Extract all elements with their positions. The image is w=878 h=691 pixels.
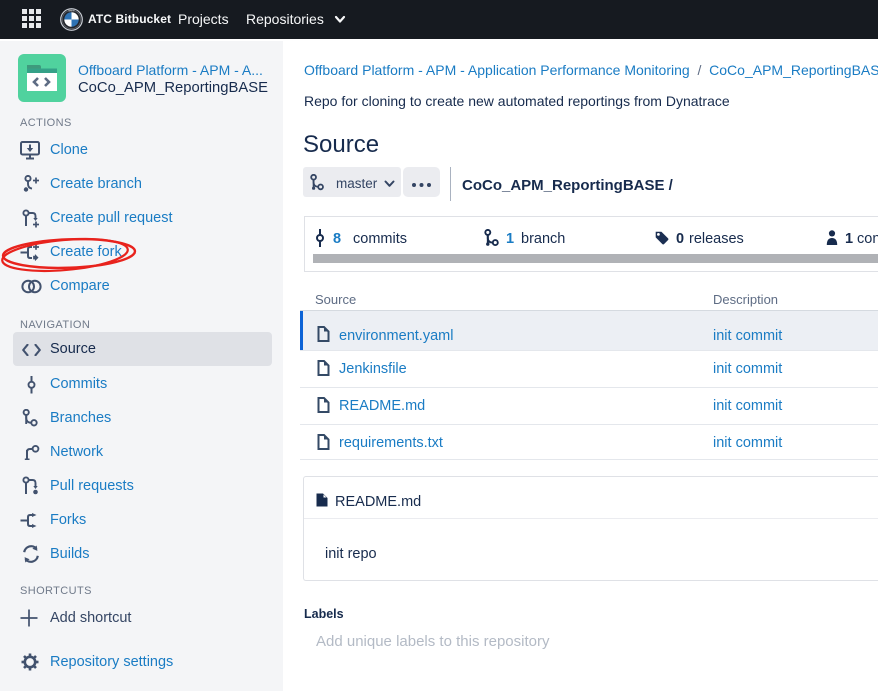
- svg-text:BMW: BMW: [68, 8, 75, 12]
